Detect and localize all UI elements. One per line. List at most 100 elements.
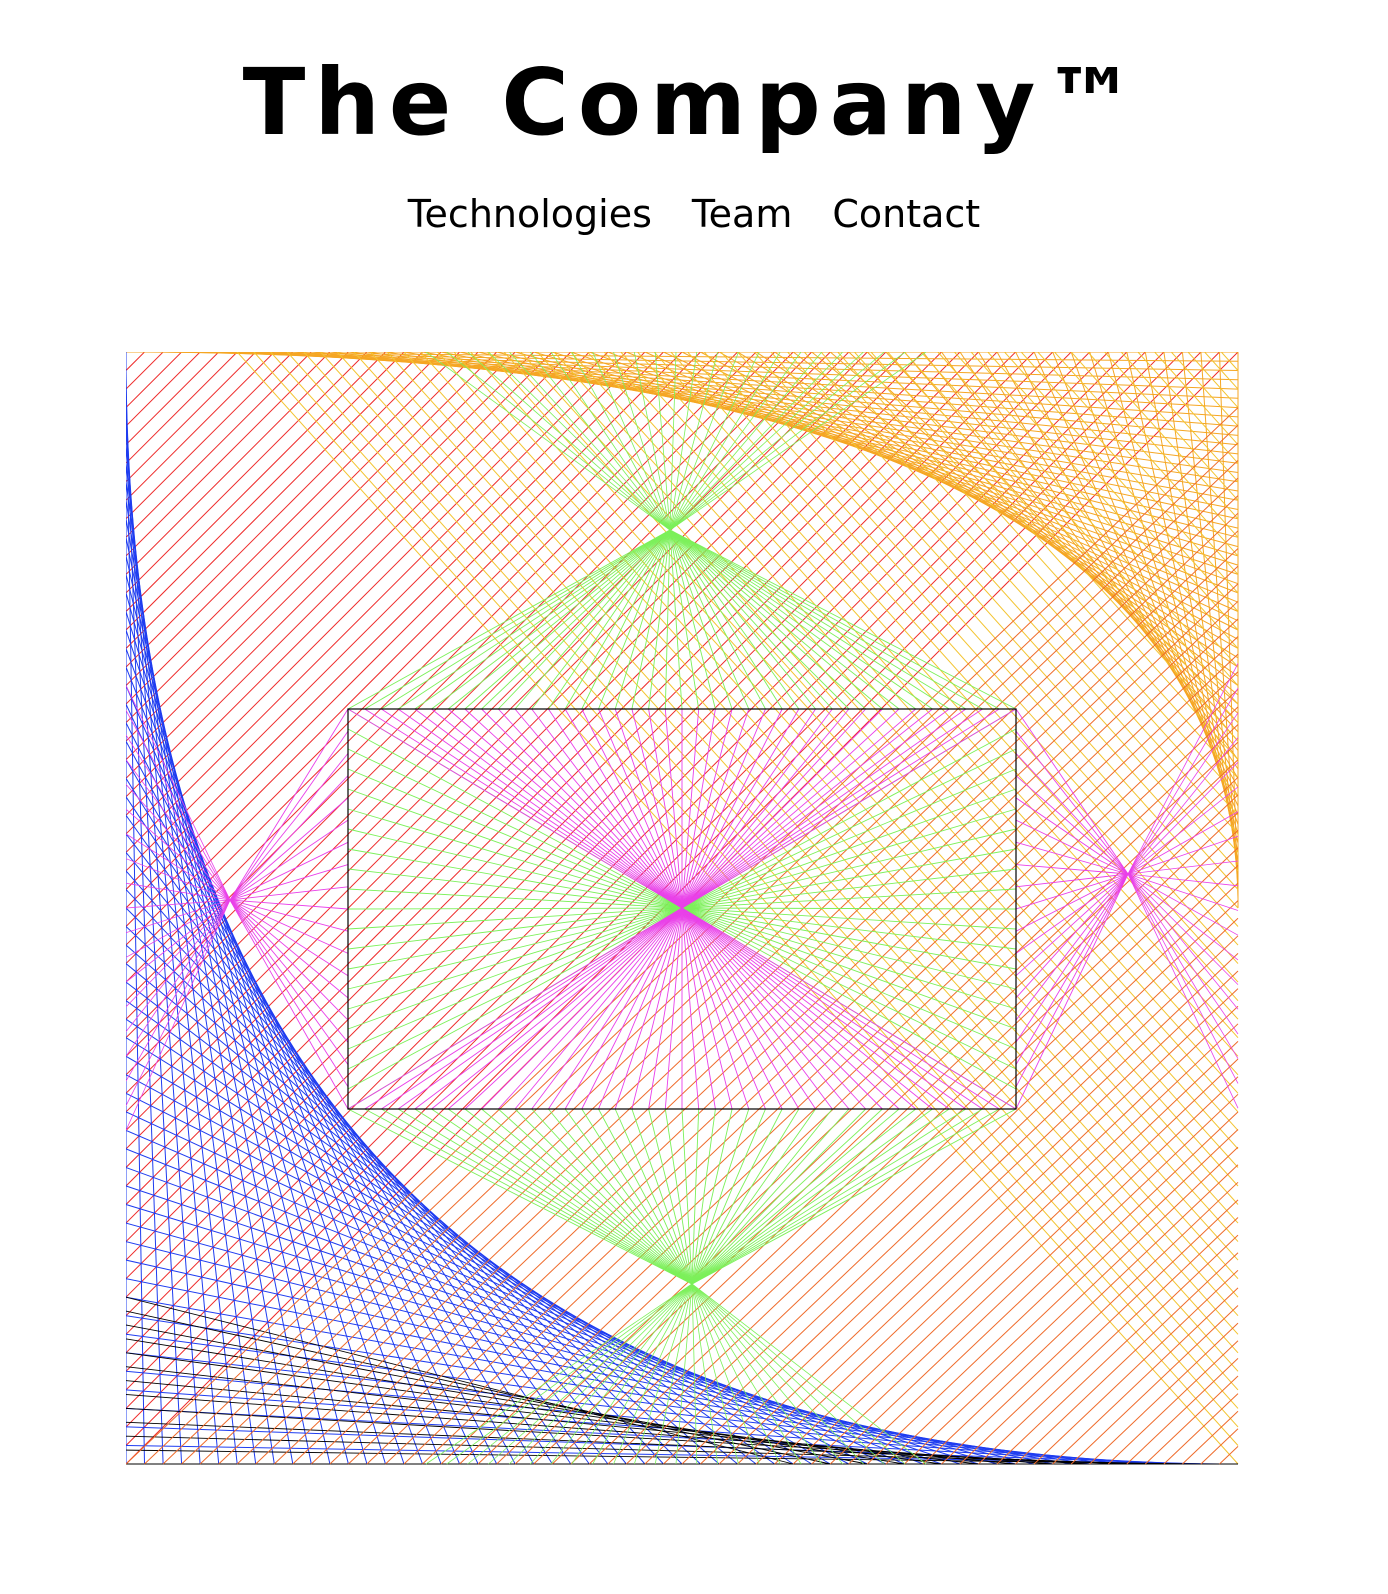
yellow-string-line <box>854 352 1239 779</box>
magenta-string-line <box>126 685 231 901</box>
orange-string-line <box>1181 352 1239 881</box>
magenta-string-line <box>364 708 683 909</box>
magenta-string-line <box>1015 873 1129 954</box>
green-string-line <box>691 1108 983 1285</box>
green-string-line <box>681 907 1017 1070</box>
blue-string-line <box>126 1352 1127 1465</box>
magenta-string-line <box>229 797 349 901</box>
magenta-string-line <box>1127 860 1239 875</box>
magenta-string-line <box>1015 873 1129 977</box>
orange-bottom-string-line <box>459 724 1239 1465</box>
orange-bottom-string-line <box>811 1058 1239 1465</box>
orange-bottom-string-line <box>848 1093 1239 1465</box>
magenta-string-line <box>681 708 1000 909</box>
orange-bottom-string-line <box>366 636 1239 1465</box>
magenta-string-line <box>364 907 683 1110</box>
nav-link-contact[interactable]: Contact <box>832 188 980 244</box>
magenta-string-line <box>681 907 950 1110</box>
red-string-line <box>126 352 553 779</box>
magenta-string-line <box>1127 873 1239 1059</box>
yellow-string-line <box>386 352 1239 1298</box>
yellow-string-line <box>537 352 1239 1131</box>
orange-bottom-string-line <box>477 741 1239 1465</box>
red-string-line <box>126 352 294 520</box>
magenta-string-line <box>229 899 349 1110</box>
red-string-line <box>126 352 627 853</box>
magenta-string-line <box>681 907 816 1110</box>
magenta-string-line <box>614 907 683 1110</box>
red-string-line <box>126 352 442 668</box>
yellow-string-line <box>1087 352 1239 520</box>
magenta-string-line <box>447 907 683 1110</box>
orange-bottom-string-line <box>1070 1305 1239 1465</box>
orange-bottom-string-line <box>959 1199 1239 1465</box>
string-art-magenta-layer <box>126 663 1239 1131</box>
green-string-line <box>691 1108 950 1285</box>
yellow-string-line <box>653 352 1239 1002</box>
green-string-line <box>669 529 683 710</box>
orange-bottom-string-line <box>1144 1375 1239 1465</box>
green-string-line <box>681 1108 693 1285</box>
red-string-line <box>126 352 1035 1261</box>
yellow-string-line <box>937 352 1239 686</box>
orange-bottom-string-line <box>292 565 1239 1465</box>
orange-bottom-string-line <box>403 671 1239 1465</box>
green-string-line <box>681 728 1017 909</box>
orange-bottom-string-line <box>385 653 1239 1465</box>
yellow-string-line <box>587 352 1239 1076</box>
string-art-graphic <box>126 352 1260 1488</box>
orange-bottom-string-line <box>904 1146 1239 1465</box>
red-string-line <box>126 352 386 612</box>
site-title: The Company™ <box>242 49 1146 156</box>
green-string-line <box>681 888 1017 909</box>
magenta-string-line <box>681 907 700 1110</box>
magenta-string-line <box>229 775 349 901</box>
nav-link-technologies[interactable]: Technologies <box>408 188 652 244</box>
green-string-line <box>681 768 1017 909</box>
orange-bottom-string-line <box>737 988 1239 1465</box>
magenta-string-line <box>681 907 983 1110</box>
red-string-line <box>126 352 460 686</box>
green-string-line <box>364 529 671 710</box>
magenta-string-line <box>614 708 683 909</box>
orange-bottom-string-line <box>1126 1358 1239 1465</box>
orange-bottom-string-line <box>885 1129 1239 1465</box>
site-header: The Company™ Technologies Team Contact <box>0 0 1388 300</box>
orange-bottom-string-line <box>978 1217 1239 1465</box>
green-string-line <box>681 907 1017 910</box>
magenta-string-line <box>548 708 683 909</box>
magenta-string-line <box>664 708 683 909</box>
green-string-line <box>691 1108 933 1285</box>
magenta-string-line <box>229 899 349 1021</box>
orange-bottom-string-line <box>218 495 1239 1465</box>
red-string-line <box>126 352 349 575</box>
magenta-string-line <box>1015 873 1129 1021</box>
orange-bottom-string-line <box>1107 1340 1239 1465</box>
orange-bottom-string-line <box>829 1076 1239 1465</box>
yellow-string-line <box>1137 352 1239 464</box>
orange-string-line <box>1144 352 1239 862</box>
red-string-line <box>126 352 646 872</box>
nav-link-team[interactable]: Team <box>692 188 792 244</box>
green-string-line <box>497 1108 693 1285</box>
yellow-string-line <box>453 352 1239 1224</box>
red-string-line <box>126 352 238 464</box>
green-string-line <box>691 1283 823 1465</box>
green-string-line <box>691 1108 1000 1285</box>
orange-bottom-string-line <box>922 1164 1239 1465</box>
yellow-string-line <box>1154 352 1239 446</box>
red-string-line <box>126 352 331 557</box>
yellow-string-line <box>787 352 1239 853</box>
magenta-string-line <box>1127 873 1239 1109</box>
red-string-line <box>126 352 201 427</box>
orange-bottom-string-line <box>774 1023 1239 1465</box>
yellow-string-line <box>270 352 1239 1428</box>
black-string-line <box>126 1435 1164 1465</box>
yellow-string-line <box>1054 352 1239 557</box>
magenta-string-line <box>1127 761 1239 875</box>
magenta-string-line <box>1015 873 1129 910</box>
magenta-string-line <box>1015 873 1129 1088</box>
orange-bottom-string-line <box>329 600 1239 1465</box>
magenta-string-line <box>648 907 683 1110</box>
green-string-line <box>481 1108 693 1285</box>
